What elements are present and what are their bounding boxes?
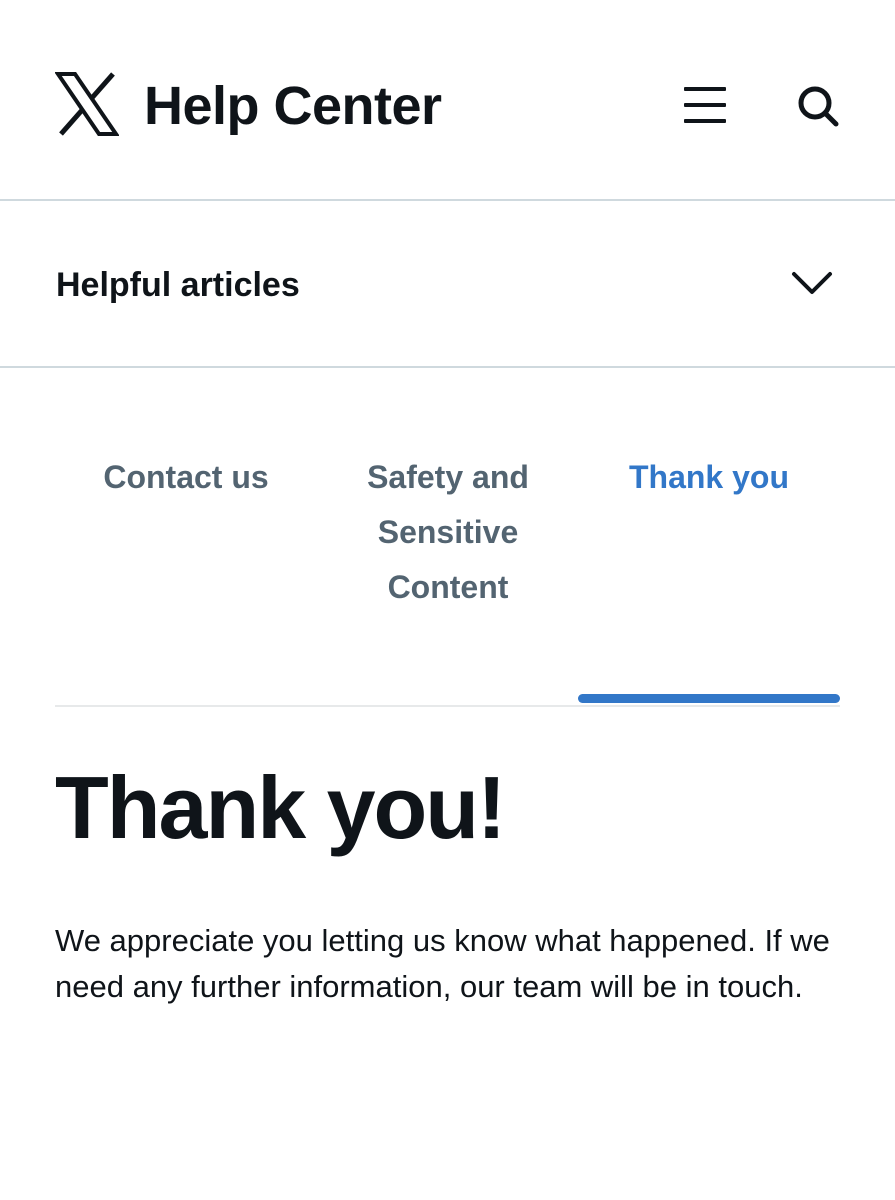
- tab-thank-you[interactable]: Thank you: [578, 450, 840, 505]
- page-title: Thank you!: [55, 758, 506, 857]
- site-header: Help Center: [0, 0, 895, 201]
- helpful-articles-label: Helpful articles: [56, 266, 300, 304]
- x-logo-icon[interactable]: [55, 72, 119, 136]
- confirmation-message: We appreciate you letting us know what h…: [55, 923, 830, 1004]
- search-icon[interactable]: [796, 84, 840, 128]
- tab-bar: Contact us Safety and Sensitive Content …: [55, 450, 840, 707]
- active-tab-indicator: [578, 694, 840, 703]
- chevron-down-icon[interactable]: [790, 266, 834, 300]
- tab-safety-and-sensitive-content[interactable]: Safety and Sensitive Content: [317, 450, 579, 615]
- tab-contact-us[interactable]: Contact us: [55, 450, 317, 505]
- tab-label: Safety and Sensitive Content: [367, 459, 529, 605]
- page-header-title: Help Center: [144, 76, 442, 136]
- tab-label: Contact us: [103, 459, 269, 495]
- tab-label: Thank you: [628, 459, 789, 495]
- hamburger-menu-icon[interactable]: [682, 84, 728, 126]
